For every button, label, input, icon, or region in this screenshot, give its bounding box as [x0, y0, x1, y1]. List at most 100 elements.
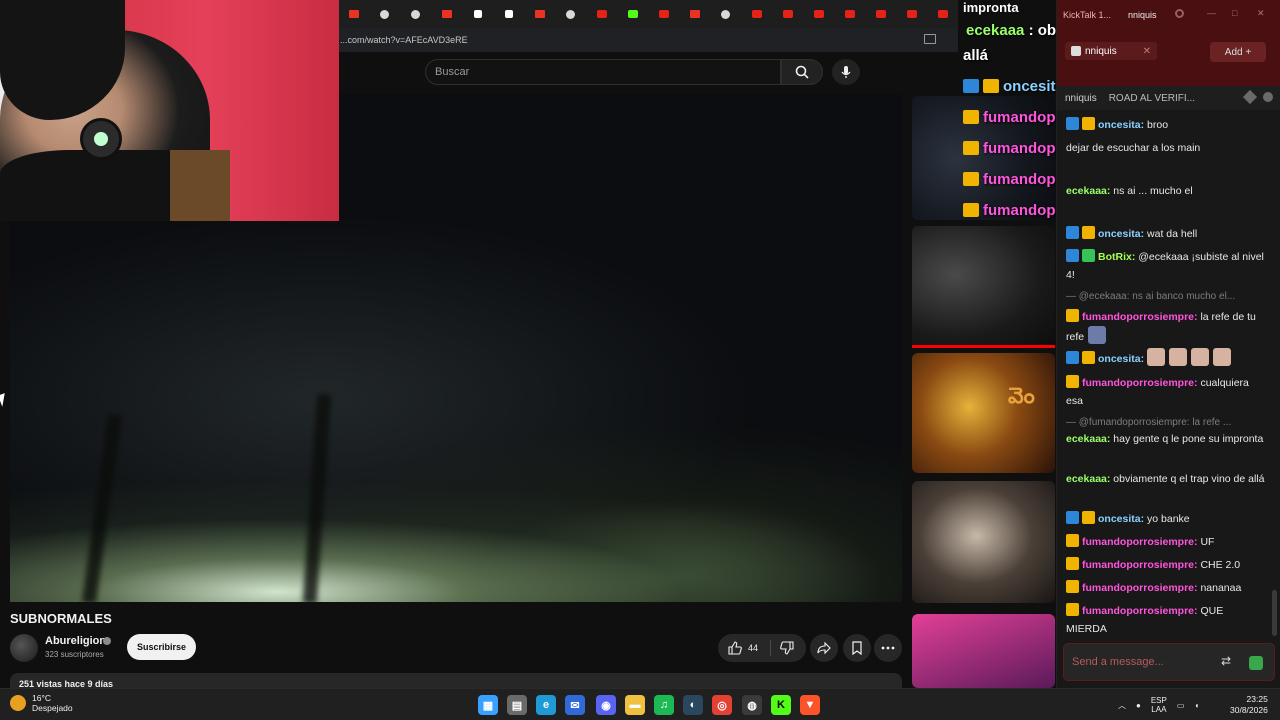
- chat-scrollbar[interactable]: [1272, 590, 1277, 636]
- emote-picker-icon[interactable]: [1249, 656, 1263, 670]
- chat-message[interactable]: oncesita: yo banke: [1066, 510, 1266, 528]
- user-icon[interactable]: [1263, 92, 1273, 102]
- kick-icon[interactable]: K: [771, 695, 791, 715]
- chat-username[interactable]: fumandoporrosiempre:: [1082, 311, 1200, 323]
- chat-username[interactable]: oncesita:: [1098, 119, 1147, 131]
- clock[interactable]: 23:25 30/8/2026: [1230, 694, 1268, 716]
- chat-message[interactable]: ecekaaa: obviamente q el trap vino de al…: [1066, 470, 1266, 488]
- channel-avatar[interactable]: [10, 634, 38, 662]
- gear-icon[interactable]: [1175, 9, 1184, 18]
- chat-username[interactable]: fumandoporrosiempre:: [1082, 605, 1200, 617]
- mic-tray-icon[interactable]: ●: [1136, 701, 1141, 710]
- browser-tab[interactable]: [896, 0, 927, 28]
- browser-tab[interactable]: [555, 0, 586, 28]
- logged-user[interactable]: nniquis: [1128, 10, 1157, 20]
- chat-message[interactable]: BotRix: @ecekaaa ¡subiste al nivel 4!: [1066, 248, 1266, 284]
- language-indicator[interactable]: ESP LAA: [1151, 696, 1167, 714]
- chat-message[interactable]: ecekaaa: ns ai ... mucho el: [1066, 182, 1266, 200]
- chat-message[interactable]: fumandoporrosiempre: QUE MIERDA: [1066, 602, 1266, 638]
- browser-tab[interactable]: [865, 0, 896, 28]
- chat-username[interactable]: fumandoporrosiempre:: [1082, 582, 1200, 594]
- browser-tab[interactable]: [741, 0, 772, 28]
- chat-username[interactable]: fumandoporrosiempre:: [1082, 536, 1200, 548]
- more-actions-button[interactable]: [874, 634, 902, 662]
- mail-icon[interactable]: ✉: [565, 695, 585, 715]
- search-button[interactable]: [781, 59, 823, 85]
- subscribe-button[interactable]: Suscribirse: [127, 634, 196, 660]
- browser-tab[interactable]: [493, 0, 524, 28]
- chat-message[interactable]: fumandoporrosiempre: nananaa: [1066, 579, 1266, 597]
- chat-message[interactable]: oncesita: broo: [1066, 116, 1266, 134]
- browser-tab[interactable]: [772, 0, 803, 28]
- edge-icon[interactable]: e: [536, 695, 556, 715]
- browser-tab[interactable]: [462, 0, 493, 28]
- add-tab-button[interactable]: Add +: [1210, 42, 1266, 62]
- chat-username[interactable]: ecekaaa:: [1066, 185, 1113, 197]
- chat-message[interactable]: oncesita:: [1066, 348, 1266, 368]
- discord-icon[interactable]: ◉: [596, 695, 616, 715]
- chat-username[interactable]: ecekaaa:: [1066, 433, 1113, 445]
- share-button[interactable]: [810, 634, 838, 662]
- translate-icon[interactable]: ⇄: [1221, 654, 1239, 670]
- chat-tab-nniquis[interactable]: nniquis ✕: [1065, 42, 1157, 60]
- views-and-date[interactable]: 251 vistas hace 9 días: [10, 673, 902, 689]
- browser-tab[interactable]: [369, 0, 400, 28]
- browser-tab[interactable]: [431, 0, 462, 28]
- windows-start-icon[interactable]: ▦: [478, 695, 498, 715]
- chat-message[interactable]: fumandoporrosiempre: cualquiera esa: [1066, 374, 1266, 410]
- reply-context[interactable]: — @ecekaaa: ns ai banco mucho el...: [1066, 288, 1266, 306]
- address-bar[interactable]: ...com/watch?v=AFEcAVD3eRE: [338, 28, 958, 52]
- chat-username[interactable]: fumandoporrosiempre:: [1082, 377, 1200, 389]
- chat-message[interactable]: dejar de escuchar a los main: [1066, 139, 1266, 157]
- weather-widget[interactable]: 16°C Despejado: [10, 693, 73, 713]
- chevron-up-icon[interactable]: ︿: [1118, 700, 1126, 711]
- network-icon[interactable]: ▭: [1177, 701, 1185, 710]
- recommended-thumbnail[interactable]: [912, 481, 1055, 603]
- browser-tab[interactable]: [586, 0, 617, 28]
- recommended-thumbnail[interactable]: [912, 226, 1055, 348]
- recommended-thumbnail[interactable]: [912, 614, 1055, 688]
- chat-username[interactable]: fumandoporrosiempre:: [1082, 559, 1200, 571]
- obs-icon[interactable]: ◍: [742, 695, 762, 715]
- thumbs-up-icon[interactable]: [728, 641, 742, 655]
- chat-username[interactable]: oncesita:: [1098, 353, 1147, 365]
- voice-search-button[interactable]: [832, 59, 860, 85]
- chat-username[interactable]: ecekaaa:: [1066, 473, 1113, 485]
- browser-tab[interactable]: [338, 0, 369, 28]
- browser-tab[interactable]: [710, 0, 741, 28]
- browser-tab[interactable]: [400, 0, 431, 28]
- recommended-thumbnail[interactable]: వెం: [912, 353, 1055, 473]
- pin-icon[interactable]: [1242, 89, 1258, 105]
- tab-close-icon[interactable]: ✕: [1143, 46, 1151, 57]
- browser-tab[interactable]: [679, 0, 710, 28]
- browser-tab[interactable]: [617, 0, 648, 28]
- channel-name[interactable]: Abureligion: [45, 635, 106, 647]
- browser-tab[interactable]: [834, 0, 865, 28]
- maximize-icon[interactable]: □: [1232, 8, 1237, 18]
- brave-icon[interactable]: ▼: [800, 695, 820, 715]
- chat-message[interactable]: ecekaaa: hay gente q le pone su impronta: [1066, 430, 1266, 448]
- thumbs-down-icon[interactable]: [780, 641, 794, 655]
- chat-message[interactable]: fumandoporrosiempre: la refe de tu refe: [1066, 308, 1266, 346]
- search-input[interactable]: Buscar: [425, 59, 781, 85]
- steam-icon[interactable]: ◐: [683, 695, 703, 715]
- close-icon[interactable]: ✕: [1257, 8, 1265, 19]
- browser-tab[interactable]: [803, 0, 834, 28]
- folder-icon[interactable]: ▬: [625, 695, 645, 715]
- screen-icon[interactable]: [924, 34, 936, 44]
- minimize-icon[interactable]: —: [1207, 8, 1216, 18]
- chrome-icon[interactable]: ◎: [712, 695, 732, 715]
- file-icon[interactable]: ▤: [507, 695, 527, 715]
- browser-tab[interactable]: [648, 0, 679, 28]
- chat-username[interactable]: BotRix:: [1098, 251, 1138, 263]
- chat-message[interactable]: oncesita: wat da hell: [1066, 225, 1266, 243]
- spotify-icon[interactable]: ♫: [654, 695, 674, 715]
- chat-username[interactable]: oncesita:: [1098, 513, 1147, 525]
- save-button[interactable]: [843, 634, 871, 662]
- browser-tab[interactable]: [927, 0, 958, 28]
- chat-message[interactable]: fumandoporrosiempre: UF: [1066, 533, 1266, 551]
- browser-tab[interactable]: [524, 0, 555, 28]
- chat-username[interactable]: oncesita:: [1098, 228, 1147, 240]
- chat-message[interactable]: fumandoporrosiempre: CHE 2.0: [1066, 556, 1266, 574]
- message-input[interactable]: Send a message... ⇄: [1063, 643, 1275, 681]
